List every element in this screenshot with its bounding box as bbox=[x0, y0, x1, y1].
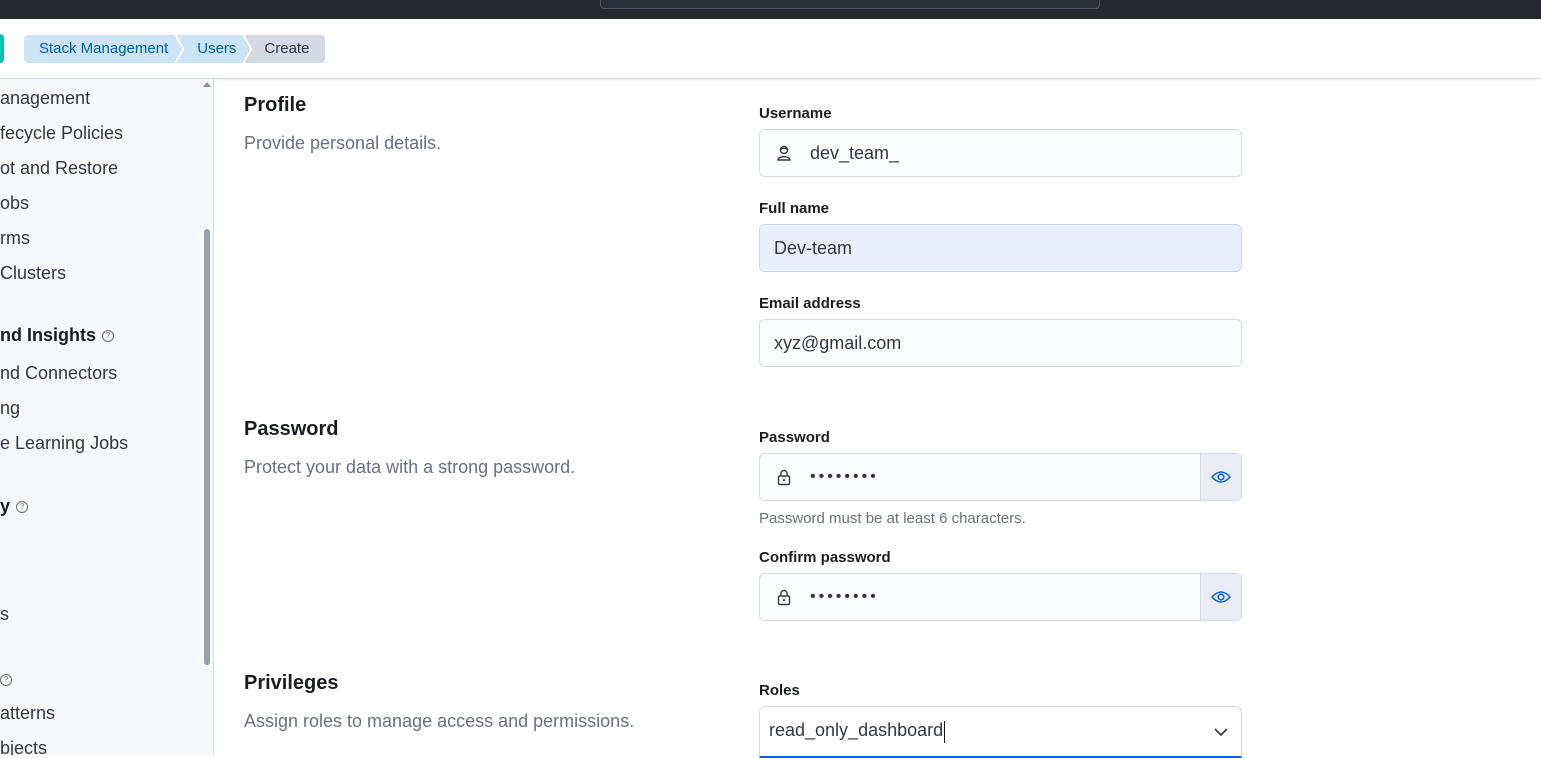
logo-icon[interactable] bbox=[0, 34, 4, 63]
breadcrumb-stack-management[interactable]: Stack Management bbox=[24, 35, 182, 63]
email-input[interactable] bbox=[760, 320, 1241, 366]
eye-icon bbox=[1211, 471, 1231, 483]
fullname-input[interactable] bbox=[760, 225, 1241, 271]
sidebar-item-security-last[interactable]: s bbox=[0, 604, 9, 625]
sidebar-item-transforms[interactable]: rms bbox=[0, 228, 30, 249]
password-field bbox=[759, 453, 1242, 501]
username-field bbox=[759, 129, 1242, 177]
password-help-text: Password must be at least 6 characters. bbox=[759, 510, 1026, 527]
help-icon: ? bbox=[16, 501, 29, 514]
roles-search-value[interactable]: read_only_dashboard bbox=[769, 720, 943, 740]
password-input[interactable] bbox=[794, 454, 1200, 500]
create-user-form: Profile Provide personal details. Userna… bbox=[214, 79, 1541, 758]
header-bar: Stack Management Users Create bbox=[0, 19, 1541, 79]
password-title: Password bbox=[244, 418, 339, 440]
roles-label: Roles bbox=[759, 682, 800, 699]
sidebar-scrollbar[interactable] bbox=[204, 229, 210, 665]
email-label: Email address bbox=[759, 295, 861, 312]
help-icon: ? bbox=[0, 674, 12, 687]
sidebar-item-rollup-jobs[interactable]: obs bbox=[0, 193, 29, 214]
sidebar-section-alerts-insights: nd Insights? bbox=[0, 325, 114, 346]
sidebar-item-saved-objects[interactable]: bjects bbox=[0, 738, 47, 755]
scroll-up-arrow-icon[interactable] bbox=[203, 82, 211, 87]
text-caret bbox=[944, 720, 946, 743]
password-label: Password bbox=[759, 429, 830, 446]
fullname-label: Full name bbox=[759, 200, 830, 217]
fullname-field bbox=[759, 224, 1242, 272]
sidebar-section-kibana: ? bbox=[0, 669, 12, 690]
profile-description: Provide personal details. bbox=[244, 133, 442, 153]
show-password-button[interactable] bbox=[1200, 454, 1241, 500]
sidebar-item-data-views[interactable]: atterns bbox=[0, 703, 55, 724]
sidebar-item-index-management[interactable]: anagement bbox=[0, 88, 90, 109]
confirm-password-label: Confirm password bbox=[759, 549, 891, 566]
username-label: Username bbox=[759, 105, 832, 122]
sidebar-item-lifecycle-policies[interactable]: fecycle Policies bbox=[0, 123, 123, 144]
show-confirm-password-button[interactable] bbox=[1200, 574, 1241, 620]
breadcrumb-users[interactable]: Users bbox=[176, 35, 250, 63]
side-nav: anagement fecycle Policies ot and Restor… bbox=[0, 79, 214, 755]
lock-icon bbox=[774, 467, 794, 487]
confirm-password-input[interactable] bbox=[794, 574, 1200, 620]
roles-dropdown-toggle[interactable] bbox=[1201, 727, 1241, 737]
sidebar-item-snapshot-restore[interactable]: ot and Restore bbox=[0, 158, 118, 179]
lock-icon bbox=[774, 587, 794, 607]
confirm-password-field bbox=[759, 573, 1242, 621]
sidebar-section-security: y? bbox=[0, 496, 29, 517]
chevron-down-icon bbox=[1214, 727, 1228, 736]
sidebar-item-rules-connectors[interactable]: nd Connectors bbox=[0, 363, 117, 384]
breadcrumb: Stack Management Users Create bbox=[24, 35, 326, 63]
global-search-bar[interactable] bbox=[600, 0, 1100, 9]
sidebar-item-remote-clusters[interactable]: Clusters bbox=[0, 263, 66, 284]
breadcrumb-create: Create bbox=[244, 35, 326, 63]
profile-title: Profile bbox=[244, 94, 307, 116]
eye-icon bbox=[1211, 591, 1231, 603]
password-description: Protect your data with a strong password… bbox=[244, 457, 576, 477]
roles-combobox[interactable]: read_only_dashboard bbox=[759, 706, 1242, 758]
username-input[interactable] bbox=[794, 130, 1241, 176]
email-field bbox=[759, 319, 1242, 367]
help-icon: ? bbox=[102, 330, 114, 343]
privileges-description: Assign roles to manage access and permis… bbox=[244, 711, 635, 731]
user-icon bbox=[774, 143, 794, 163]
sidebar-item-reporting[interactable]: ng bbox=[0, 398, 20, 419]
sidebar-item-ml-jobs[interactable]: e Learning Jobs bbox=[0, 433, 128, 454]
privileges-title: Privileges bbox=[244, 672, 339, 694]
top-bar bbox=[0, 0, 1541, 19]
